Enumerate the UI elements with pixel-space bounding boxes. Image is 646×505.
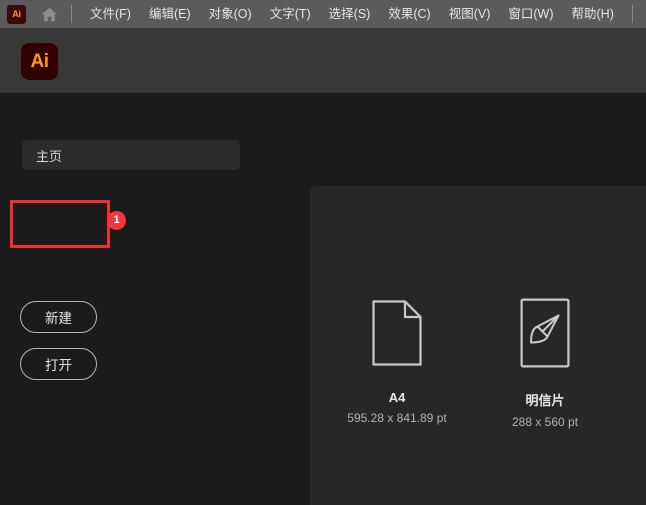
home-nav-item[interactable]: 主页 [22,140,240,170]
illustrator-logo: Ai [21,43,58,80]
menu-item-object[interactable]: 对象(O) [200,0,261,28]
menu-item-help[interactable]: 帮助(H) [563,0,623,28]
template-name: A4 [388,390,406,405]
home-icon[interactable] [36,0,62,28]
sidebar: 主页 新建 打开 [0,93,310,505]
open-file-button[interactable]: 打开 [20,348,97,380]
paintbrush-card-icon [520,291,570,375]
annotation-step-badge: 1 [107,211,126,230]
menu-separator-left [71,5,72,23]
menu-item-file[interactable]: 文件(F) [81,0,140,28]
template-list: A4 595.28 x 841.89 pt 明信片 288 x 560 pt [310,291,646,429]
template-card-postcard[interactable]: 明信片 288 x 560 pt [475,291,615,429]
menu-item-effect[interactable]: 效果(C) [379,0,439,28]
menu-item-window[interactable]: 窗口(W) [499,0,562,28]
template-dimensions: 288 x 560 pt [511,415,579,429]
content-panel: A4 595.28 x 841.89 pt 明信片 288 x 560 pt [310,186,646,505]
header-band: Ai [0,28,646,93]
menu-item-type[interactable]: 文字(T) [261,0,320,28]
document-page-icon [372,291,422,375]
app-icon-ai[interactable]: Ai [7,4,26,24]
menu-separator-right [631,5,633,23]
template-dimensions: 595.28 x 841.89 pt [347,411,447,425]
template-name: 明信片 [525,393,565,408]
home-nav-label: 主页 [36,148,63,164]
template-card-a4[interactable]: A4 595.28 x 841.89 pt [327,291,467,429]
menu-item-view[interactable]: 视图(V) [440,0,500,28]
new-file-button[interactable]: 新建 [20,301,97,333]
menu-items: 文件(F) 编辑(E) 对象(O) 文字(T) 选择(S) 效果(C) 视图(V… [81,0,623,28]
menu-bar: Ai 文件(F) 编辑(E) 对象(O) 文字(T) 选择(S) 效果(C) 视… [0,0,646,28]
menu-item-select[interactable]: 选择(S) [320,0,380,28]
menu-item-edit[interactable]: 编辑(E) [140,0,200,28]
